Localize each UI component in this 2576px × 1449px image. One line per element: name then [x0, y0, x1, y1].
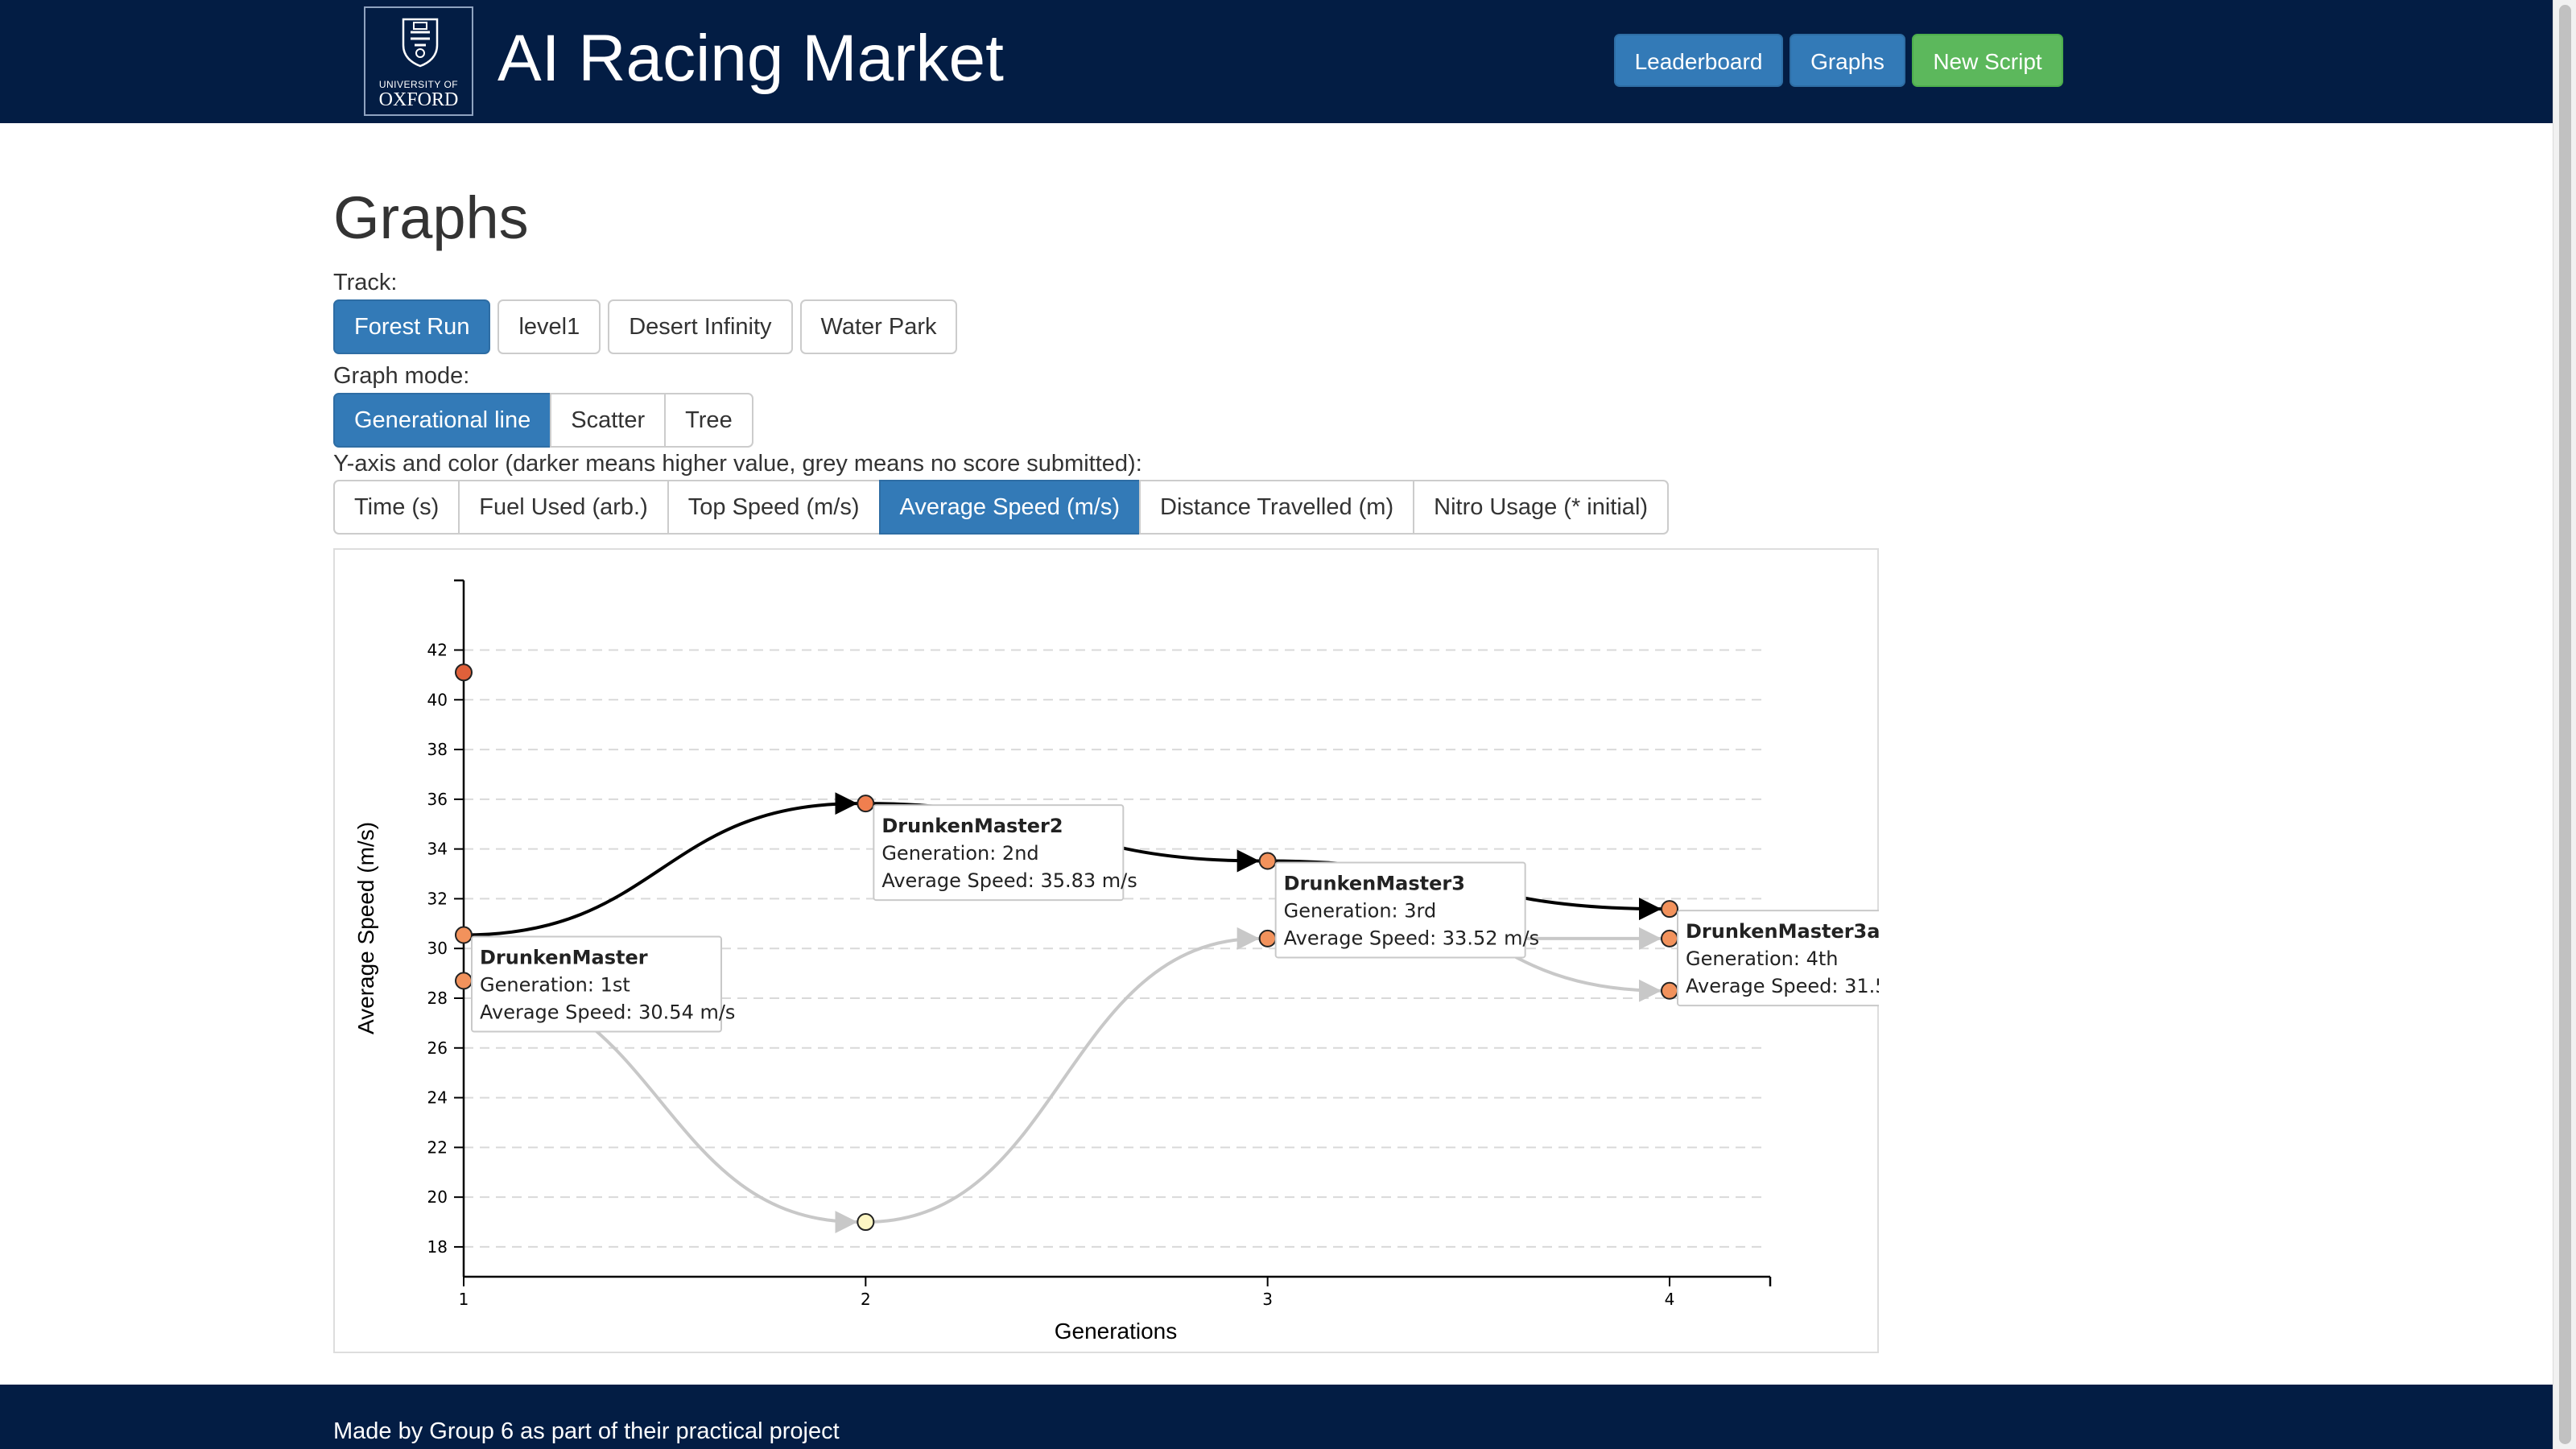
scrollbar-thumb[interactable]	[2559, 5, 2571, 1444]
tooltip-name: DrunkenMaster2	[881, 815, 1063, 837]
mode-button-tree[interactable]: Tree	[664, 393, 753, 448]
tooltip-name: DrunkenMaster3a	[1686, 920, 1879, 943]
tooltip: DrunkenMaster2 Generation: 2nd Average Spe…	[873, 804, 1137, 902]
mode-button-scatter[interactable]: Scatter	[550, 393, 667, 448]
y-tick-label: 42	[427, 641, 448, 660]
metric-button-fuel-used-arb[interactable]: Fuel Used (arb.)	[458, 480, 669, 535]
top-navbar: UNIVERSITY OF OXFORD AI Racing Market Le…	[0, 0, 2553, 123]
track-label: Track:	[333, 270, 398, 295]
data-point	[1258, 929, 1277, 947]
y-tick-label: 30	[427, 939, 448, 958]
generational-line-chart[interactable]: 182022242628303234363840421 2 3 4Generation…	[333, 548, 1879, 1353]
y-axis-title: Average Speed (m/s)	[353, 822, 378, 1034]
graph-mode-selector: Generational line Scatter Tree	[333, 393, 753, 448]
tooltip-metric: Average Speed: 30.54 m/s	[480, 1001, 735, 1024]
y-tick-label: 24	[427, 1088, 448, 1108]
new-script-button[interactable]: New Script	[1912, 34, 2063, 87]
x-axis-title: Generations	[1055, 1319, 1178, 1344]
tooltip: DrunkenMaster Generation: 1st Average Spee…	[471, 935, 735, 1033]
x-tick-label: 1	[459, 1290, 469, 1309]
tooltip: DrunkenMaster3a Generation: 4th Average Sp…	[1677, 910, 1879, 1007]
y-tick-label: 38	[427, 740, 448, 759]
lineage-line-other	[865, 927, 1260, 1224]
leaderboard-button[interactable]: Leaderboard	[1614, 34, 1783, 87]
graphs-button[interactable]: Graphs	[1790, 34, 1905, 87]
tooltip-name: DrunkenMaster	[480, 947, 648, 969]
metric-selector: Time (s) Fuel Used (arb.) Top Speed (m/s) A…	[333, 480, 1670, 535]
y-tick-label: 36	[427, 790, 448, 809]
y-tick-label: 28	[427, 989, 448, 1008]
x-tick-label: 2	[861, 1290, 871, 1309]
tooltip-generation: Generation: 4th	[1686, 947, 1839, 970]
y-tick-label: 18	[427, 1237, 448, 1257]
data-point	[1661, 900, 1678, 919]
page-scrollbar[interactable]	[2553, 0, 2576, 1449]
data-point	[1661, 929, 1678, 947]
oxford-logo[interactable]: UNIVERSITY OF OXFORD	[364, 6, 473, 116]
graph-mode-label: Graph mode:	[333, 363, 470, 389]
y-tick-label: 34	[427, 840, 448, 859]
y-tick-label: 22	[427, 1137, 448, 1157]
logo-university-text: UNIVERSITY OF	[378, 79, 459, 90]
y-tick-label: 40	[427, 690, 448, 709]
tooltip-name: DrunkenMaster3	[1284, 872, 1465, 894]
data-point	[1258, 852, 1277, 870]
tooltip-metric: Average Speed: 35.83 m/s	[881, 869, 1137, 892]
data-point	[857, 795, 875, 813]
tooltip-metric: Average Speed: 31.59	[1686, 975, 1879, 997]
tooltip-generation: Generation: 3rd	[1284, 899, 1437, 922]
metric-button-top-speed-m-s[interactable]: Top Speed (m/s)	[667, 480, 881, 535]
metric-button-time-s[interactable]: Time (s)	[333, 480, 460, 535]
track-button-water-park[interactable]: Water Park	[799, 299, 958, 354]
data-point	[455, 972, 473, 990]
crest-icon	[402, 18, 439, 68]
footer-text: Made by Group 6 as part of their practic…	[333, 1418, 840, 1444]
track-button-forest-run[interactable]: Forest Run	[333, 299, 491, 354]
tooltip-generation: Generation: 1st	[480, 974, 630, 997]
tooltip: DrunkenMaster3 Generation: 3rd Average Spe…	[1274, 861, 1539, 959]
lineage-line-main	[463, 792, 858, 937]
data-point	[1661, 981, 1678, 1000]
metric-button-average-speed-m-s[interactable]: Average Speed (m/s)	[878, 480, 1141, 535]
x-tick-label: 3	[1262, 1290, 1273, 1309]
tooltip-metric: Average Speed: 33.52 m/s	[1284, 927, 1539, 949]
y-axis-color-label: Y-axis and color (darker means higher va…	[333, 451, 1142, 477]
metric-button-nitro-usage-initial[interactable]: Nitro Usage (* initial)	[1413, 480, 1670, 535]
track-button-level1[interactable]: level1	[497, 299, 601, 354]
mode-button-generational-line[interactable]: Generational line	[333, 393, 552, 448]
data-point	[857, 1213, 875, 1232]
track-selector: Forest Run level1 Desert Infinity Water Par…	[333, 299, 964, 354]
metric-button-distance-travelled-m[interactable]: Distance Travelled (m)	[1139, 480, 1415, 535]
logo-oxford-text: OXFORD	[378, 89, 459, 110]
site-title[interactable]: AI Racing Market	[497, 19, 1004, 98]
y-tick-label: 26	[427, 1038, 448, 1058]
data-point	[455, 926, 473, 944]
tooltip-generation: Generation: 2nd	[881, 842, 1038, 865]
track-button-desert-infinity[interactable]: Desert Infinity	[608, 299, 793, 354]
x-tick-label: 4	[1665, 1290, 1675, 1309]
data-point	[455, 663, 473, 682]
page-title: Graphs	[333, 184, 529, 251]
y-tick-label: 32	[427, 889, 448, 908]
y-tick-label: 20	[427, 1187, 448, 1207]
